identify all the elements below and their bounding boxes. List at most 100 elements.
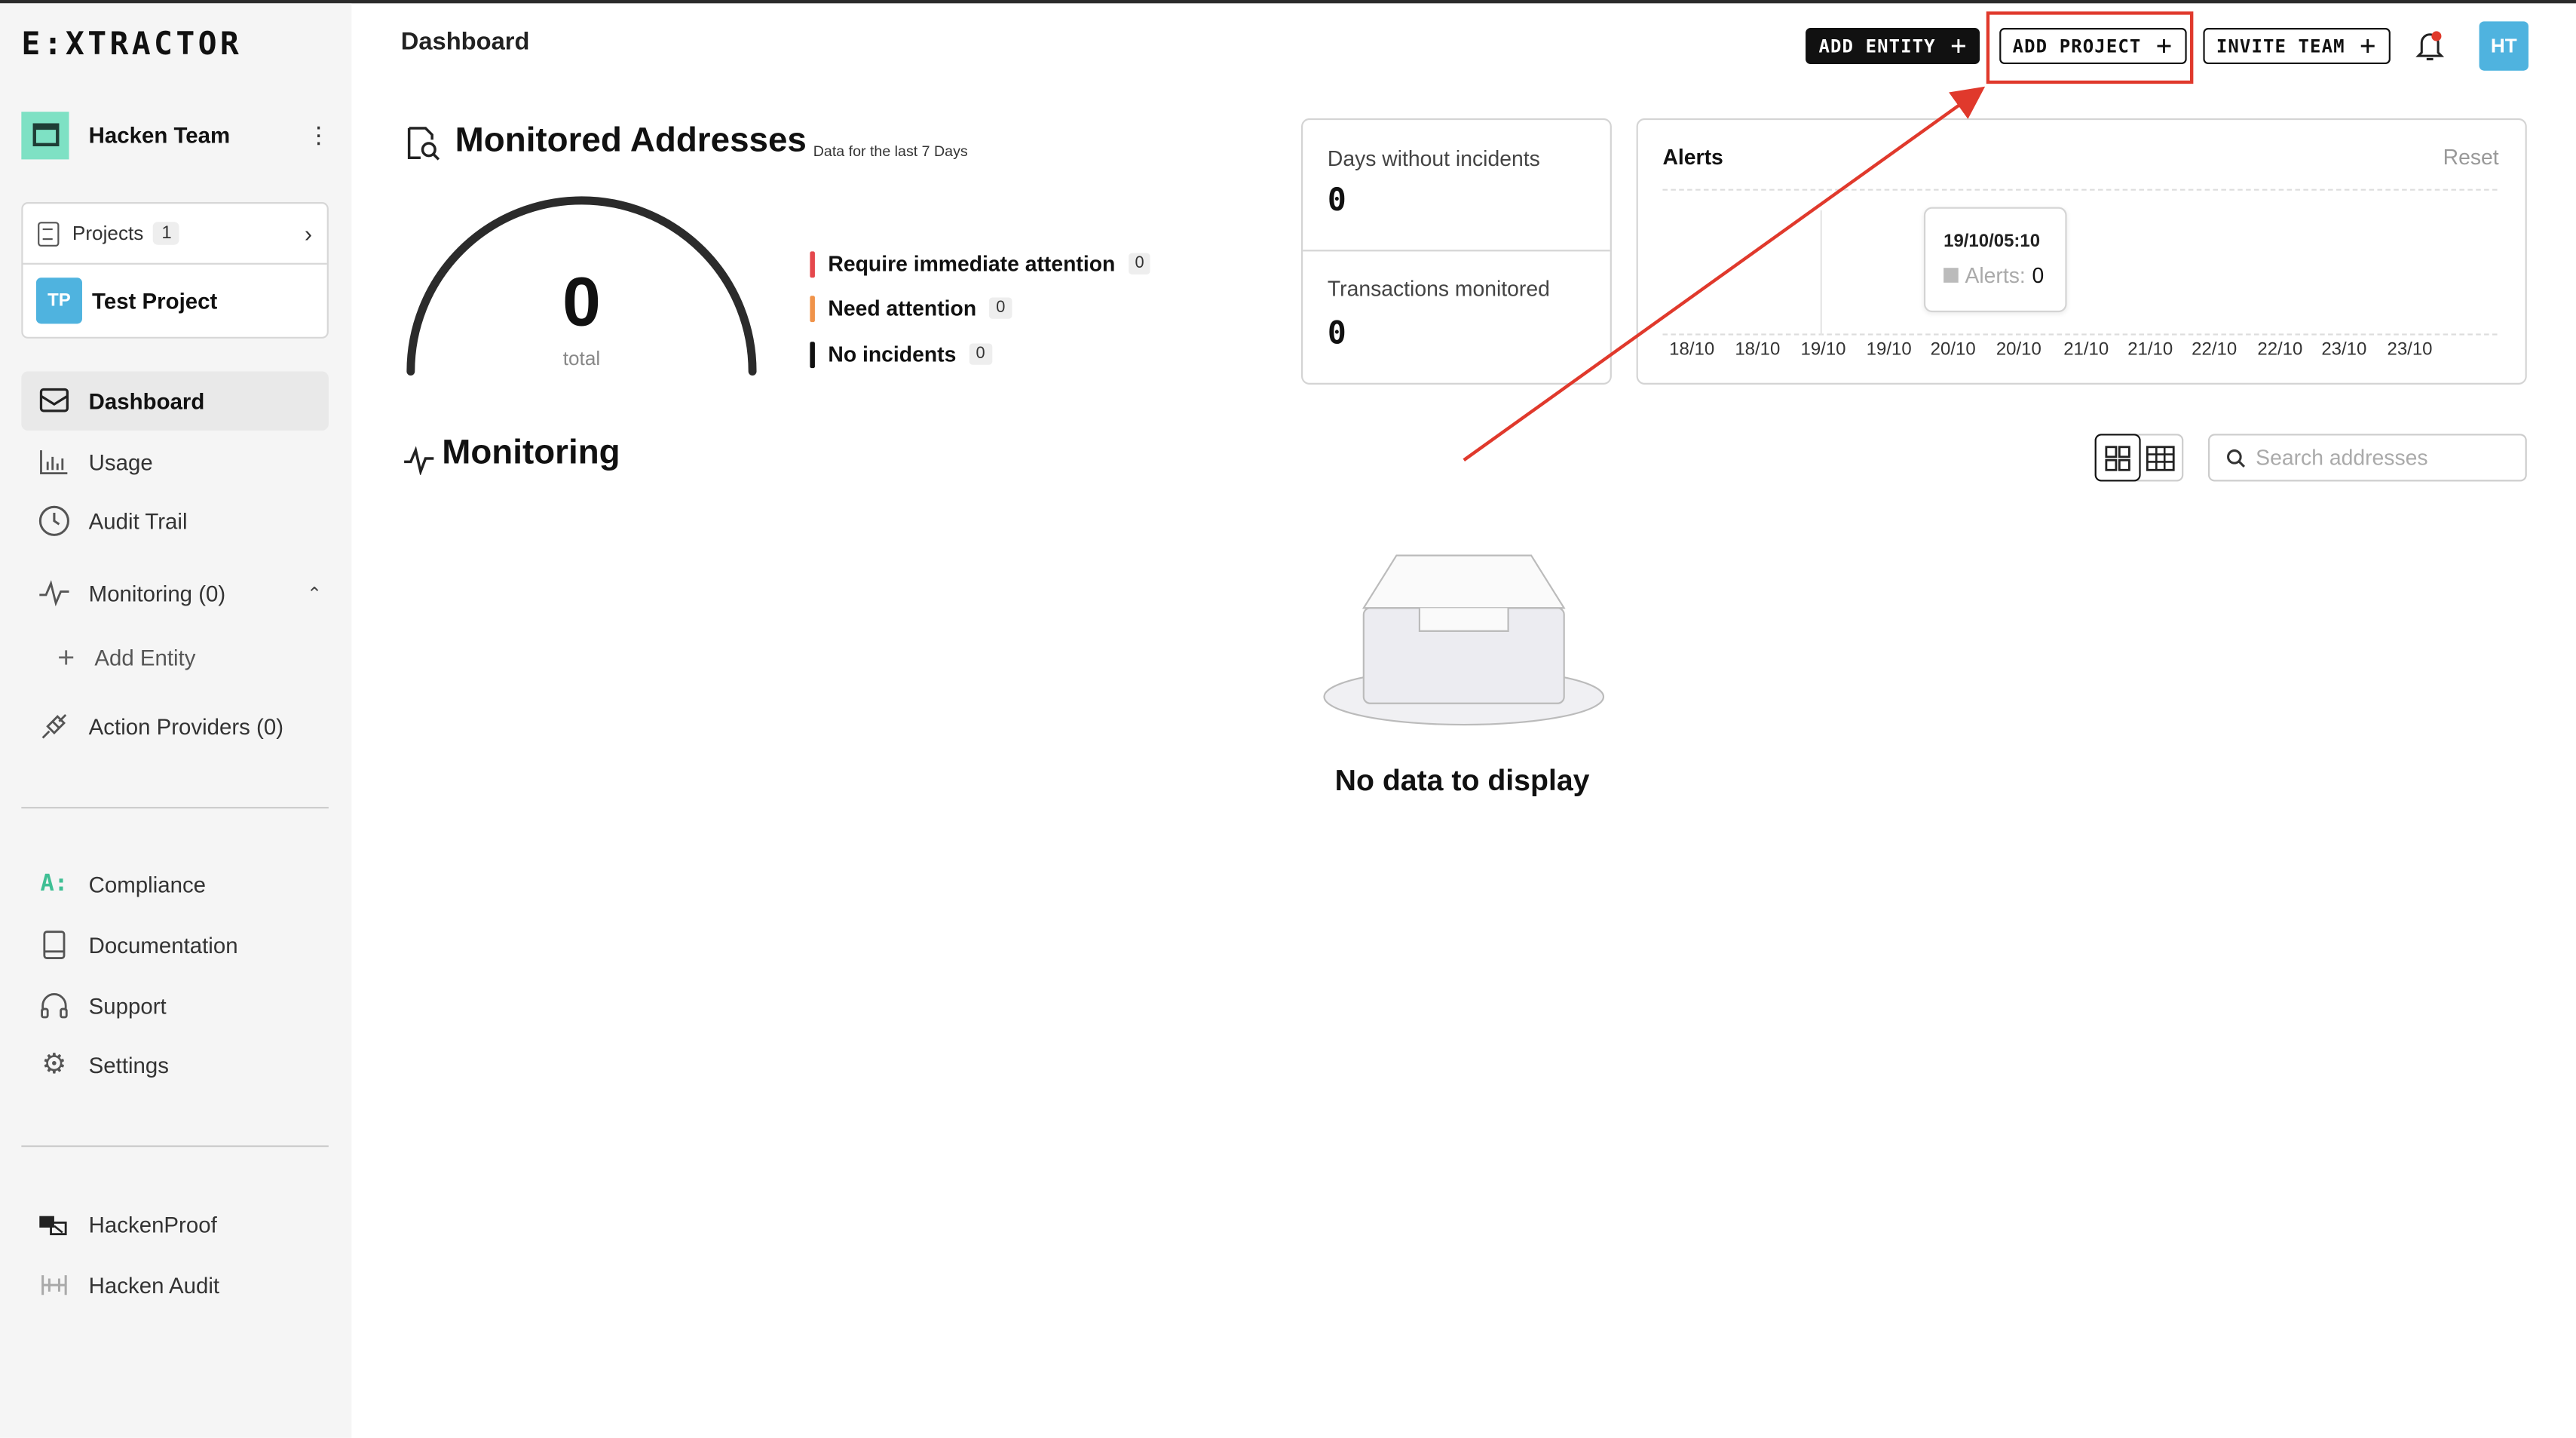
notification-dot [2431,31,2442,41]
grid-view-button[interactable] [2094,434,2141,482]
invite-team-label: INVITE TEAM [2216,35,2345,57]
legend-count: 0 [989,297,1012,319]
sidebar-item-monitoring[interactable]: Monitoring (0) ⌃ [21,563,329,622]
grid-icon [2105,445,2130,471]
legend-need-attention: Need attention 0 [810,294,1012,322]
headphones-icon [38,991,71,1020]
project-name: Test Project [92,288,218,314]
sidebar-item-label: Documentation [88,932,238,958]
gauge-total-value: 0 [562,262,601,341]
legend-no-incidents: No incidents 0 [810,340,992,368]
projects-count: 1 [153,222,180,245]
projects-panel: Projects 1 › TP Test Project [21,202,329,339]
grid-line [1662,189,2498,191]
sidebar-subitem-label: Add Entity [94,645,196,670]
document-search-icon [407,127,440,161]
monitored-addresses-subtitle: Data for the last 7 Days [813,143,968,160]
empty-box-illustration [1323,554,1605,726]
kebab-icon[interactable]: ⋮ [308,121,331,149]
team-name: Hacken Team [88,122,231,148]
legend-label: Require immediate attention [828,251,1116,277]
x-tick: 21/10 [2063,340,2109,360]
page-title: Dashboard [400,28,530,57]
legend-require-immediate-attention: Require immediate attention 0 [810,250,1151,277]
sidebar-item-support[interactable]: Support [21,977,329,1035]
sidebar-item-label: Settings [88,1052,169,1078]
sidebar-item-audit-trail[interactable]: Audit Trail [21,492,329,550]
sidebar-item-compliance[interactable]: A: Compliance [21,854,329,913]
legend-label: No incidents [828,342,957,366]
project-avatar: TP [35,277,82,324]
highlight-box [1986,11,2194,84]
sidebar-item-label: Dashboard [88,388,205,414]
sidebar-item-action-providers[interactable]: Action Providers (0) [21,697,329,756]
app-logo[interactable]: E:XTRACTOR [21,26,242,63]
pulse-icon [38,580,71,607]
avatar[interactable]: HT [2479,21,2529,71]
x-tick: 23/10 [2321,340,2367,360]
tooltip-row: Alerts: 0 [1943,262,2045,288]
empty-state-text: No data to display [1334,764,1590,797]
x-tick: 18/10 [1735,340,1781,360]
x-tick: 19/10 [1866,340,1912,360]
search-input[interactable] [2256,445,2519,471]
tooltip-label: Alerts: [1965,262,2026,288]
x-tick: 21/10 [2127,340,2173,360]
tooltip-date: 19/10/05:10 [1943,231,2041,252]
x-tick: 23/10 [2387,340,2433,360]
sidebar-item-settings[interactable]: ⚙ Settings [21,1035,329,1094]
hover-line [1820,210,1822,336]
projects-label: Projects [72,222,144,245]
legend-color-bar [810,341,815,368]
search-icon [2227,448,2246,467]
days-without-incidents-value: 0 [1327,182,1346,219]
add-entity-button[interactable]: ADD ENTITY + [1806,28,1980,64]
pulse-icon [404,446,434,475]
sidebar-item-label: Usage [88,449,153,474]
monitoring-title: Monitoring [442,434,620,472]
invite-team-button[interactable]: INVITE TEAM + [2203,28,2390,64]
search-box [2207,434,2527,482]
tooltip-swatch [1943,268,1959,283]
dashboard-icon [38,388,71,414]
sidebar-item-dashboard[interactable]: Dashboard [21,371,329,431]
legend-color-bar [810,250,815,277]
legend-color-bar [810,295,815,322]
sidebar-item-hackenproof[interactable]: HackenProof [21,1194,329,1253]
sidebar-item-label: Compliance [88,872,207,897]
chevron-right-icon: › [304,220,313,247]
sidebar-divider [21,807,329,809]
grid-line [1662,333,2498,336]
x-tick: 18/10 [1669,340,1715,360]
sidebar: E:XTRACTOR Hacken Team ⋮ Projects 1 › TP… [0,3,352,1438]
sidebar-item-documentation[interactable]: Documentation [21,915,329,974]
monitored-addresses-title: Monitored Addresses [455,121,807,160]
table-view-button[interactable] [2139,436,2182,480]
sidebar-item-usage[interactable]: Usage [21,432,329,491]
projects-icon [38,221,60,246]
x-tick: 22/10 [2257,340,2303,360]
plug-icon [38,710,71,743]
project-item[interactable]: TP Test Project [23,265,327,337]
chevron-up-icon[interactable]: ⌃ [307,583,322,604]
x-tick: 20/10 [1930,340,1976,360]
book-icon [38,930,71,959]
team-switcher[interactable]: Hacken Team ⋮ [21,109,331,161]
projects-header[interactable]: Projects 1 › [23,204,327,265]
gauge-total-label: total [562,346,601,370]
sidebar-subitem-add-entity[interactable]: + Add Entity [57,638,195,677]
add-entity-label: ADD ENTITY [1818,35,1936,57]
chart-tooltip: 19/10/05:10 Alerts: 0 [1923,207,2067,313]
tooltip-value: 0 [2032,262,2045,288]
sidebar-item-hacken-audit[interactable]: Hacken Audit [21,1256,329,1314]
plus-icon: + [57,640,75,674]
window-top-border [0,0,2576,4]
plus-icon: + [1950,29,1968,61]
hackenproof-icon [38,1210,71,1239]
sidebar-item-label: Action Providers (0) [88,713,284,739]
legend-label: Need attention [828,296,977,320]
reset-button[interactable]: Reset [2443,145,2499,170]
x-tick: 22/10 [2192,340,2238,360]
legend-count: 0 [969,343,992,365]
sidebar-item-label: Support [88,993,167,1019]
